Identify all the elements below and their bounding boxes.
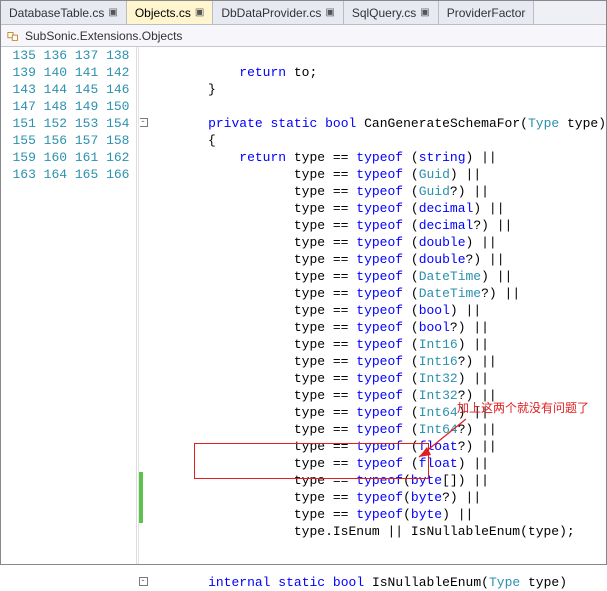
dirty-icon: ▣ [108, 7, 117, 18]
dirty-icon: ▣ [420, 7, 429, 18]
dirty-icon: ▣ [195, 7, 204, 18]
tab-providerfactor[interactable]: ProviderFactor [439, 1, 535, 24]
namespace-icon [7, 29, 21, 43]
tab-bar: DatabaseTable.cs▣ Objects.cs▣ DbDataProv… [1, 1, 606, 25]
code-editor[interactable]: 135 136 137 138 139 140 141 142 143 144 … [1, 47, 606, 564]
tab-objects[interactable]: Objects.cs▣ [127, 1, 213, 24]
breadcrumb-text: SubSonic.Extensions.Objects [25, 29, 182, 43]
code-content[interactable]: return to; } private static bool CanGene… [140, 47, 606, 564]
tab-sqlquery[interactable]: SqlQuery.cs▣ [344, 1, 439, 24]
line-numbers: 135 136 137 138 139 140 141 142 143 144 … [1, 47, 137, 564]
breadcrumb[interactable]: SubSonic.Extensions.Objects [1, 25, 606, 47]
tab-dbdataprovider[interactable]: DbDataProvider.cs▣ [213, 1, 344, 24]
dirty-icon: ▣ [325, 7, 334, 18]
tab-database-table[interactable]: DatabaseTable.cs▣ [1, 1, 127, 24]
